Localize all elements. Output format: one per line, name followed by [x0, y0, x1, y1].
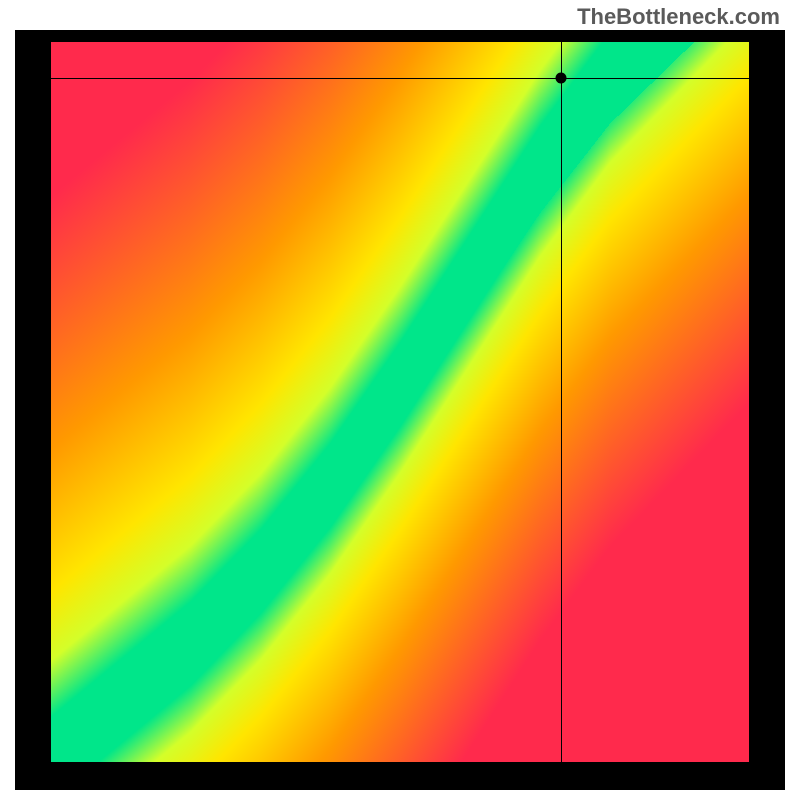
chart-container: TheBottleneck.com	[0, 0, 800, 800]
marker-dot	[555, 73, 566, 84]
chart-frame	[15, 30, 785, 790]
watermark-text: TheBottleneck.com	[577, 4, 780, 30]
plot-area	[51, 42, 749, 762]
crosshair-vertical	[561, 42, 562, 762]
crosshair-horizontal	[51, 78, 749, 79]
heatmap-canvas	[51, 42, 749, 762]
